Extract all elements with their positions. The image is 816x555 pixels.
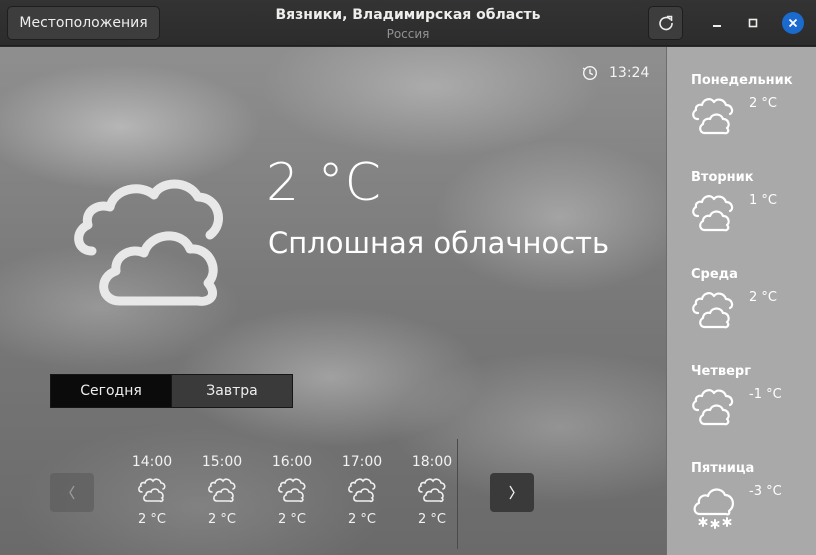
overcast-clouds-icon [348,478,376,503]
maximize-button[interactable] [743,13,763,33]
location-country: Россия [386,27,430,41]
maximize-icon [748,18,758,28]
daily-day-name: Среда [691,267,738,282]
clock-icon [582,65,598,81]
close-icon [788,18,798,28]
refresh-icon [659,15,673,31]
current-condition: Сплошная облачность [268,226,610,260]
hourly-temperature: 2 °C [208,512,236,527]
updated-time-text: 13:24 [609,65,650,81]
close-button[interactable] [782,12,804,34]
chevron-right-icon [509,485,515,500]
hourly-time: 15:00 [201,454,243,470]
tab-tomorrow[interactable]: Завтра [171,375,292,407]
hourly-item: 16:00 2 °C [262,453,322,529]
daily-temperature: -1 °C [749,387,782,402]
hourly-time: 14:00 [131,454,173,470]
hourly-temperature: 2 °C [348,512,376,527]
hourly-temperature: 2 °C [418,512,446,527]
locations-button[interactable]: Местоположения [7,6,160,40]
hourly-time: 16:00 [271,454,313,470]
daily-day-name: Понедельник [691,73,793,88]
hourly-item: 15:00 2 °C [192,453,252,529]
overcast-clouds-icon [278,478,306,503]
minimize-button[interactable] [707,13,727,33]
daily-item: Четверг -1 °C [691,363,811,426]
daily-day-name: Вторник [691,170,754,185]
daily-day-name: Четверг [691,364,751,379]
location-title: Вязники, Владимирская область [275,7,541,23]
overcast-clouds-icon [208,478,236,503]
current-weather-panel: 13:24 2 °C Сплошная облачность Сегодня З… [0,47,666,555]
daily-item: Понедельник 2 °C [691,72,811,135]
overcast-clouds-icon [74,179,223,306]
snow-icon [693,488,735,529]
hourly-temperature: 2 °C [278,512,306,527]
overcast-clouds-icon [692,389,734,426]
previous-hours-button[interactable] [50,473,94,512]
hourly-item: 18:00 2 °C [402,453,462,529]
daily-temperature: 1 °C [749,193,777,208]
next-hours-button[interactable] [490,473,534,512]
overcast-clouds-icon [692,195,734,232]
hourly-scroll-divider [457,439,458,549]
hourly-item: 17:00 2 °C [332,453,392,529]
refresh-button[interactable] [648,6,683,40]
tab-today[interactable]: Сегодня [51,375,171,407]
overcast-clouds-icon [418,478,446,503]
current-temperature: 2 °C [266,153,382,213]
daily-item: Пятница -3 °C [691,460,811,529]
overcast-clouds-icon [692,292,734,329]
daily-item: Среда 2 °C [691,266,811,329]
daily-temperature: -3 °C [749,484,782,499]
overcast-clouds-icon [692,98,734,135]
daily-temperature: 2 °C [749,96,777,111]
minimize-icon [713,25,721,27]
hourly-item: 14:00 2 °C [122,453,182,529]
hourly-time: 18:00 [411,454,453,470]
hourly-time: 17:00 [341,454,383,470]
daily-forecast-sidebar: Понедельник 2 °C Вторник 1 °C Среда 2 °C… [666,47,816,555]
chevron-left-icon [69,485,75,500]
window-title: Вязники, Владимирская область Россия [200,6,616,42]
hourly-temperature: 2 °C [138,512,166,527]
header-bar: Местоположения Вязники, Владимирская обл… [0,0,816,46]
daily-day-name: Пятница [691,461,755,476]
daily-item: Вторник 1 °C [691,169,811,232]
overcast-clouds-icon [138,478,166,503]
daily-temperature: 2 °C [749,290,777,305]
forecast-tabs: Сегодня Завтра [50,374,293,408]
